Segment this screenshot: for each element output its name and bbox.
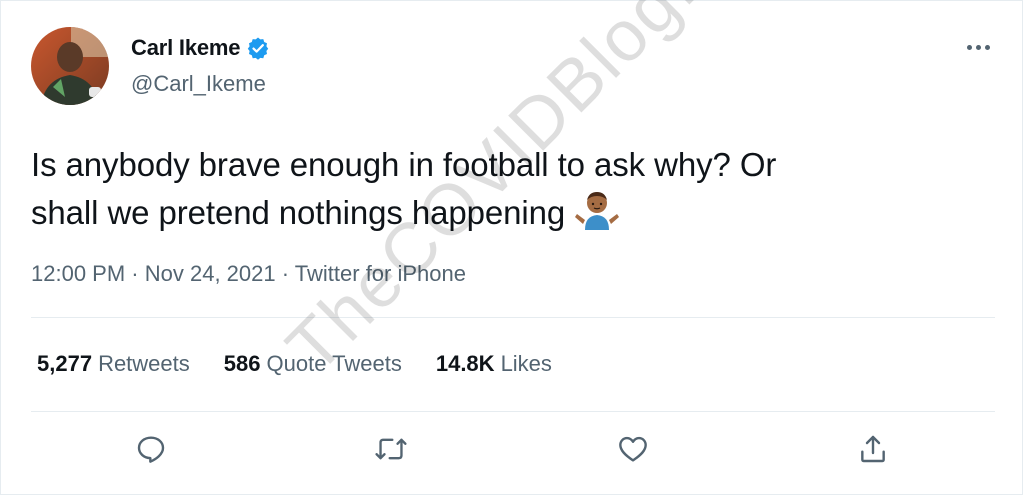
- tweet-actions: [1, 429, 1024, 473]
- tweet-time[interactable]: 12:00 PM: [31, 261, 125, 286]
- meta-separator: ·: [281, 261, 290, 286]
- meta-separator: ·: [131, 261, 139, 286]
- retweets-count: 5,277: [37, 351, 93, 376]
- verified-badge-icon: [246, 36, 270, 60]
- tweet-card: Carl Ikeme @Carl_Ikeme Is anybody brave …: [0, 0, 1023, 495]
- avatar[interactable]: [31, 27, 109, 105]
- more-options-icon[interactable]: [963, 37, 993, 57]
- tweet-date[interactable]: Nov 24, 2021: [145, 261, 276, 286]
- tweet-text: Is anybody brave enough in football to a…: [31, 141, 991, 243]
- likes-stat[interactable]: 14.8K Likes: [436, 351, 552, 377]
- quote-tweets-count: 586: [223, 351, 261, 376]
- retweets-label: Retweets: [98, 351, 190, 376]
- retweet-icon[interactable]: [371, 429, 411, 469]
- divider: [31, 317, 995, 318]
- tweet-source[interactable]: Twitter for iPhone: [295, 261, 466, 286]
- tweet-metadata: 12:00 PM · Nov 24, 2021 · Twitter for iP…: [31, 261, 466, 287]
- quote-tweets-stat[interactable]: 586 Quote Tweets: [224, 351, 402, 377]
- author-handle[interactable]: @Carl_Ikeme: [131, 71, 266, 97]
- author-name[interactable]: Carl Ikeme: [131, 35, 240, 61]
- quote-tweets-label: Quote Tweets: [266, 351, 402, 376]
- divider: [31, 411, 995, 412]
- tweet-text-line-2: shall we pretend nothings happening: [31, 189, 991, 243]
- like-icon[interactable]: [613, 429, 653, 469]
- tweet-text-line-1: Is anybody brave enough in football to a…: [31, 146, 777, 183]
- tweet-text-line-2-content: shall we pretend nothings happening: [31, 194, 566, 231]
- share-icon[interactable]: [853, 429, 893, 469]
- person-shrugging-emoji: [573, 190, 621, 243]
- tweet-stats: 5,277 Retweets 586 Quote Tweets 14.8K Likes: [37, 351, 586, 377]
- author-name-row[interactable]: Carl Ikeme: [131, 35, 270, 61]
- likes-count: 14.8K: [435, 351, 495, 376]
- likes-label: Likes: [500, 351, 552, 376]
- retweets-stat[interactable]: 5,277 Retweets: [37, 351, 190, 377]
- reply-icon[interactable]: [131, 429, 171, 469]
